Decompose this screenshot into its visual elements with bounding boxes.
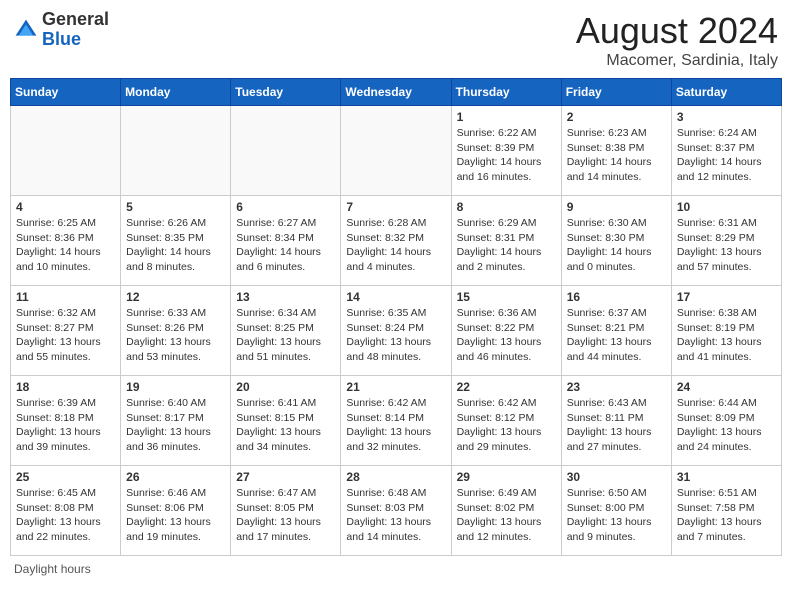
table-row: 12Sunrise: 6:33 AMSunset: 8:26 PMDayligh… xyxy=(121,286,231,376)
table-row: 24Sunrise: 6:44 AMSunset: 8:09 PMDayligh… xyxy=(671,376,781,466)
logo-general: General xyxy=(42,9,109,29)
calendar-table: Sunday Monday Tuesday Wednesday Thursday… xyxy=(10,78,782,556)
logo-text: General Blue xyxy=(42,10,109,50)
table-row: 15Sunrise: 6:36 AMSunset: 8:22 PMDayligh… xyxy=(451,286,561,376)
table-row: 28Sunrise: 6:48 AMSunset: 8:03 PMDayligh… xyxy=(341,466,451,556)
calendar-week-row: 1Sunrise: 6:22 AMSunset: 8:39 PMDaylight… xyxy=(11,106,782,196)
table-row: 14Sunrise: 6:35 AMSunset: 8:24 PMDayligh… xyxy=(341,286,451,376)
table-row: 5Sunrise: 6:26 AMSunset: 8:35 PMDaylight… xyxy=(121,196,231,286)
table-row: 22Sunrise: 6:42 AMSunset: 8:12 PMDayligh… xyxy=(451,376,561,466)
table-row: 16Sunrise: 6:37 AMSunset: 8:21 PMDayligh… xyxy=(561,286,671,376)
table-row: 2Sunrise: 6:23 AMSunset: 8:38 PMDaylight… xyxy=(561,106,671,196)
table-row: 3Sunrise: 6:24 AMSunset: 8:37 PMDaylight… xyxy=(671,106,781,196)
table-row: 26Sunrise: 6:46 AMSunset: 8:06 PMDayligh… xyxy=(121,466,231,556)
table-row xyxy=(11,106,121,196)
table-row: 25Sunrise: 6:45 AMSunset: 8:08 PMDayligh… xyxy=(11,466,121,556)
col-wednesday: Wednesday xyxy=(341,79,451,106)
table-row: 1Sunrise: 6:22 AMSunset: 8:39 PMDaylight… xyxy=(451,106,561,196)
table-row xyxy=(231,106,341,196)
table-row: 11Sunrise: 6:32 AMSunset: 8:27 PMDayligh… xyxy=(11,286,121,376)
table-row: 4Sunrise: 6:25 AMSunset: 8:36 PMDaylight… xyxy=(11,196,121,286)
table-row: 8Sunrise: 6:29 AMSunset: 8:31 PMDaylight… xyxy=(451,196,561,286)
logo-blue: Blue xyxy=(42,29,81,49)
table-row xyxy=(121,106,231,196)
table-row: 27Sunrise: 6:47 AMSunset: 8:05 PMDayligh… xyxy=(231,466,341,556)
table-row: 23Sunrise: 6:43 AMSunset: 8:11 PMDayligh… xyxy=(561,376,671,466)
calendar-week-row: 25Sunrise: 6:45 AMSunset: 8:08 PMDayligh… xyxy=(11,466,782,556)
title-block: August 2024 Macomer, Sardinia, Italy xyxy=(576,10,778,70)
calendar-week-row: 18Sunrise: 6:39 AMSunset: 8:18 PMDayligh… xyxy=(11,376,782,466)
main-title: August 2024 xyxy=(576,10,778,52)
table-row: 19Sunrise: 6:40 AMSunset: 8:17 PMDayligh… xyxy=(121,376,231,466)
table-row xyxy=(341,106,451,196)
col-saturday: Saturday xyxy=(671,79,781,106)
calendar-header-row: Sunday Monday Tuesday Wednesday Thursday… xyxy=(11,79,782,106)
table-row: 9Sunrise: 6:30 AMSunset: 8:30 PMDaylight… xyxy=(561,196,671,286)
table-row: 10Sunrise: 6:31 AMSunset: 8:29 PMDayligh… xyxy=(671,196,781,286)
subtitle: Macomer, Sardinia, Italy xyxy=(576,52,778,70)
table-row: 7Sunrise: 6:28 AMSunset: 8:32 PMDaylight… xyxy=(341,196,451,286)
col-tuesday: Tuesday xyxy=(231,79,341,106)
page-header: General Blue August 2024 Macomer, Sardin… xyxy=(10,10,782,70)
table-row: 13Sunrise: 6:34 AMSunset: 8:25 PMDayligh… xyxy=(231,286,341,376)
table-row: 17Sunrise: 6:38 AMSunset: 8:19 PMDayligh… xyxy=(671,286,781,376)
logo-icon xyxy=(14,18,38,42)
col-monday: Monday xyxy=(121,79,231,106)
daylight-label: Daylight hours xyxy=(14,562,91,576)
calendar-week-row: 11Sunrise: 6:32 AMSunset: 8:27 PMDayligh… xyxy=(11,286,782,376)
logo: General Blue xyxy=(14,10,109,50)
table-row: 20Sunrise: 6:41 AMSunset: 8:15 PMDayligh… xyxy=(231,376,341,466)
table-row: 31Sunrise: 6:51 AMSunset: 7:58 PMDayligh… xyxy=(671,466,781,556)
footer: Daylight hours xyxy=(10,562,782,576)
calendar-week-row: 4Sunrise: 6:25 AMSunset: 8:36 PMDaylight… xyxy=(11,196,782,286)
table-row: 6Sunrise: 6:27 AMSunset: 8:34 PMDaylight… xyxy=(231,196,341,286)
col-sunday: Sunday xyxy=(11,79,121,106)
table-row: 30Sunrise: 6:50 AMSunset: 8:00 PMDayligh… xyxy=(561,466,671,556)
table-row: 29Sunrise: 6:49 AMSunset: 8:02 PMDayligh… xyxy=(451,466,561,556)
col-friday: Friday xyxy=(561,79,671,106)
table-row: 18Sunrise: 6:39 AMSunset: 8:18 PMDayligh… xyxy=(11,376,121,466)
table-row: 21Sunrise: 6:42 AMSunset: 8:14 PMDayligh… xyxy=(341,376,451,466)
col-thursday: Thursday xyxy=(451,79,561,106)
